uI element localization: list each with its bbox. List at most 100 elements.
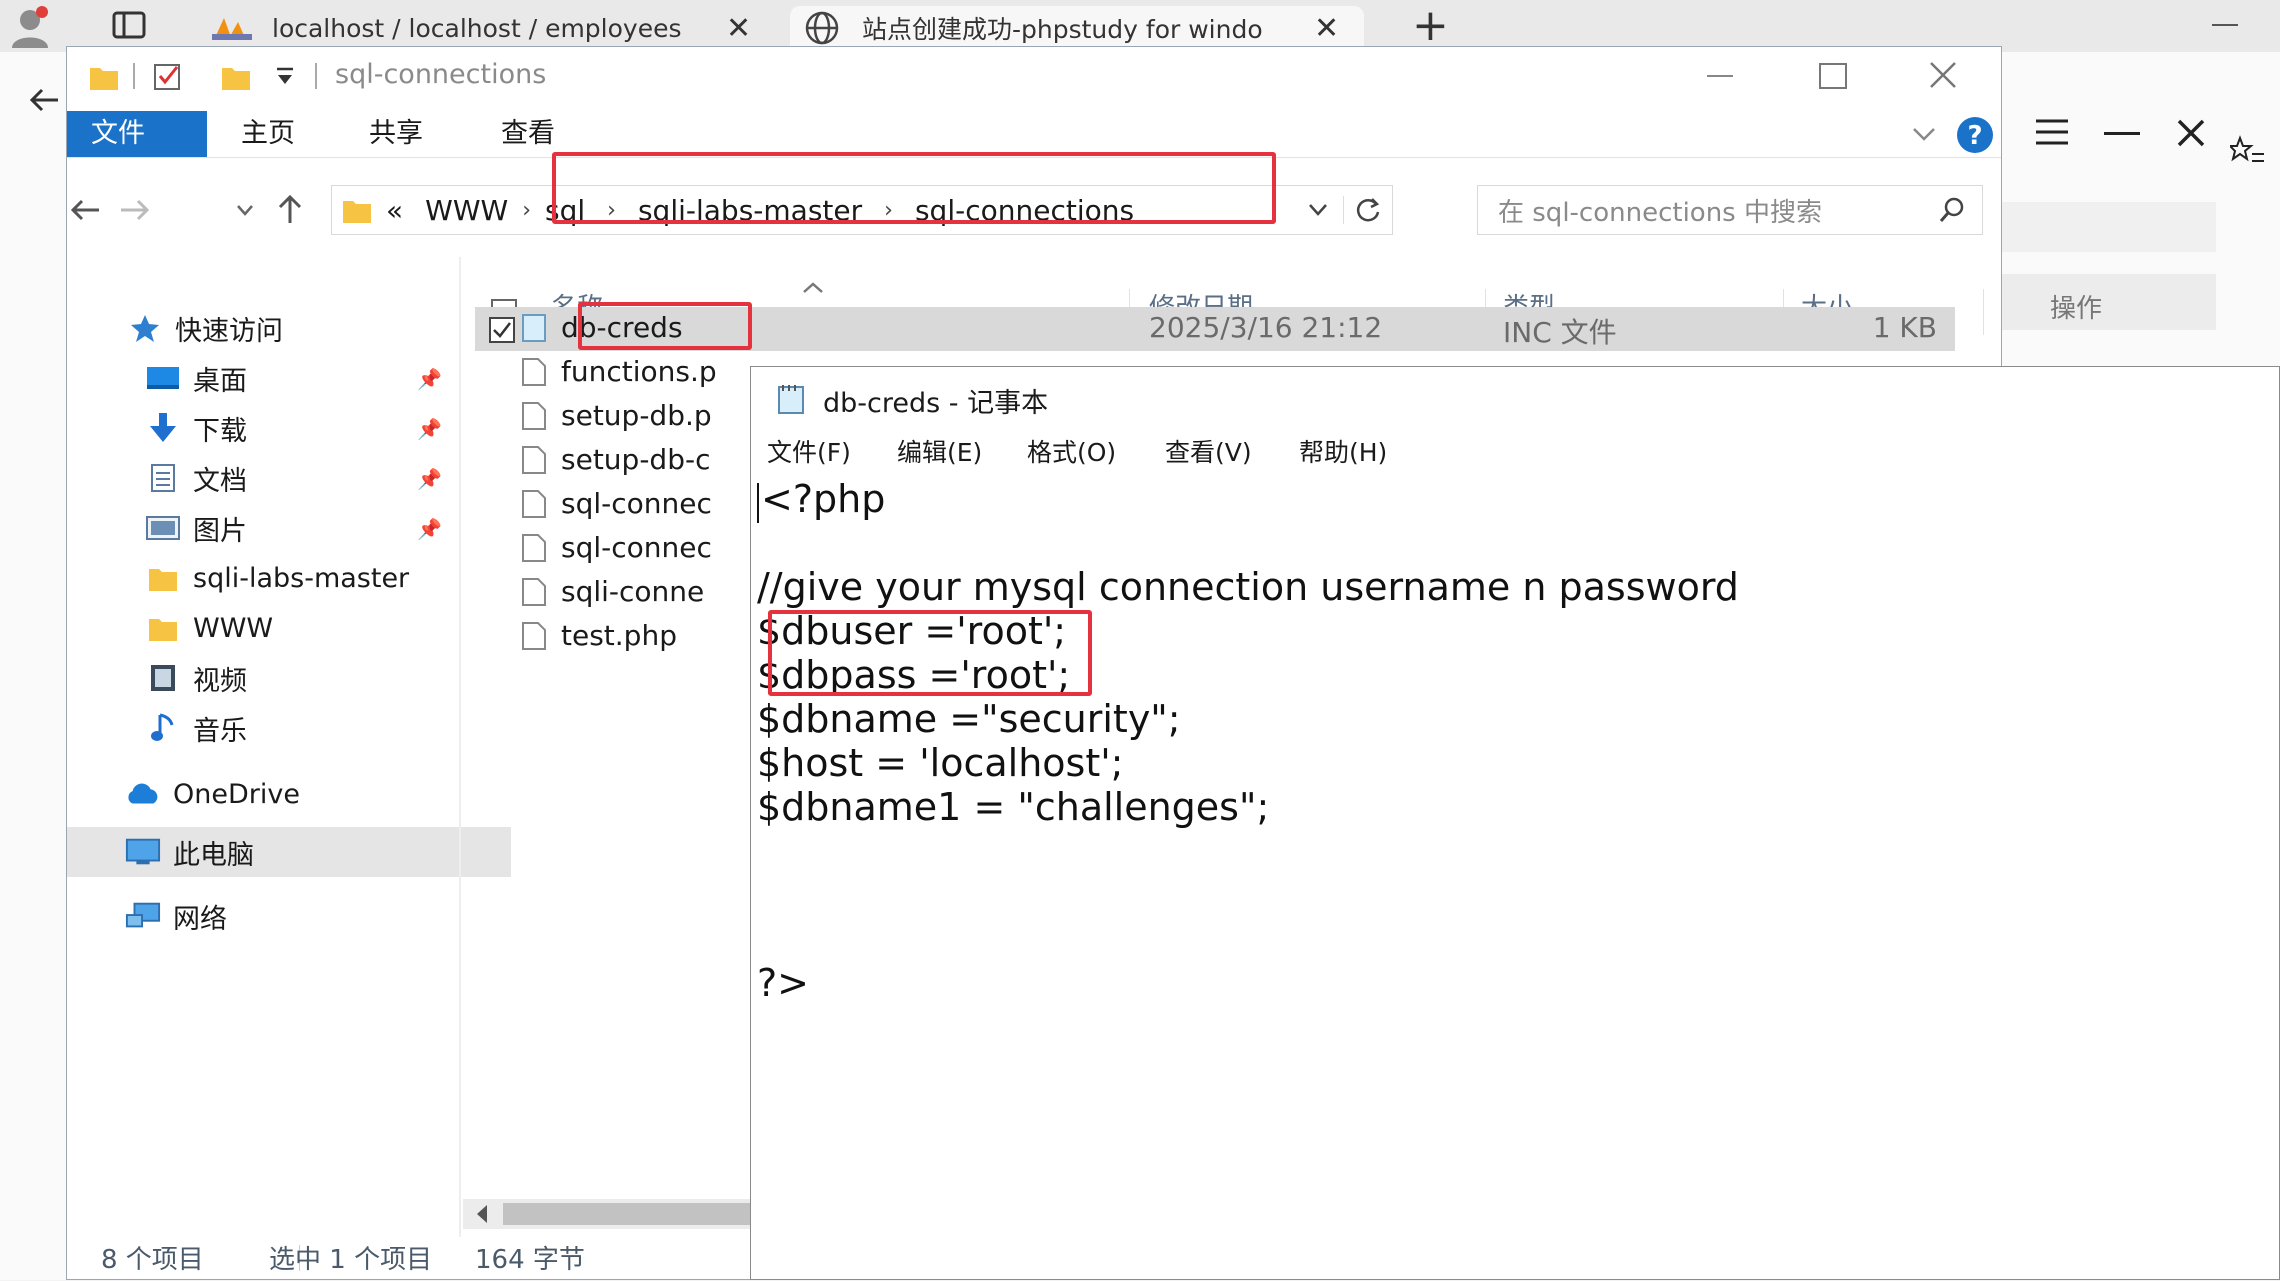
up-arrow-icon[interactable] [275,193,305,225]
horizontal-scrollbar[interactable] [463,1199,763,1229]
sort-arrow-icon [801,281,825,295]
folder-quick-icon[interactable] [89,63,119,91]
selection-size: 164 字节 [475,1245,585,1275]
menu-icon[interactable] [2034,118,2070,146]
scrollbar-thumb[interactable] [503,1203,763,1225]
notepad-file-icon [521,313,547,343]
code-line: ?> [757,961,810,1005]
ribbon-tab-view[interactable]: 查看 [481,111,575,157]
phpmyadmin-icon [210,14,256,42]
menu-help[interactable]: 帮助(H) [1299,433,1387,469]
svg-text:?: ? [1967,121,1982,151]
refresh-icon[interactable] [1343,196,1382,224]
file-icon [521,357,547,387]
browser-content-left [0,52,66,1280]
file-icon [521,577,547,607]
new-tab-button[interactable]: + [1412,0,1449,51]
search-icon[interactable] [1938,196,1966,224]
menu-view[interactable]: 查看(V) [1165,433,1252,469]
divider [315,63,317,89]
file-icon [521,621,547,651]
code-line: $dbname ="security"; [757,697,1181,741]
minimize-browser-icon[interactable] [2212,24,2238,26]
file-name: test.php [561,619,677,652]
profile-avatar[interactable] [8,4,52,48]
properties-check-icon[interactable] [153,61,183,91]
folder-icon [342,196,372,224]
code-line: $host = 'localhost'; [757,741,1124,785]
favorites-icon[interactable] [2230,134,2264,168]
address-highlight [552,152,1276,224]
file-date: 2025/3/16 21:12 [1149,311,1383,344]
notepad-title: db-creds - 记事本 [823,388,1049,419]
file-icon [521,489,547,519]
minimize-icon[interactable] [2104,132,2140,135]
close-window-button[interactable] [1929,61,1957,89]
divider [133,63,135,89]
file-name: sql-connec [561,531,712,564]
menu-format[interactable]: 格式(O) [1027,433,1116,469]
address-dropdown-icon[interactable] [1307,202,1329,218]
breadcrumb-separator-icon[interactable]: › [522,198,531,223]
file-name: sqli-conne [561,575,705,608]
explorer-title-bar: sql-connections [67,47,2001,107]
browser-tab-phpstudy[interactable]: 站点创建成功-phpstudy for windo ✕ [790,6,1364,50]
back-arrow-icon[interactable] [26,82,62,118]
customize-toolbar-icon[interactable] [275,65,295,89]
address-overflow[interactable]: « [386,194,403,227]
file-icon [521,401,547,431]
window-title: sql-connections [335,59,547,90]
column-divider [1983,289,1984,335]
item-count: 8 个项目 [101,1245,204,1275]
globe-icon [804,10,840,46]
close-tab-icon[interactable]: ✕ [1314,11,1339,46]
search-input[interactable]: 在 sql-connections 中搜索 [1498,192,1938,229]
close-tab-icon[interactable]: ✕ [726,11,751,46]
menu-file[interactable]: 文件(F) [767,433,851,469]
maximize-button[interactable] [1819,63,1847,89]
file-name: sql-connec [561,487,712,520]
code-line: <?php [761,477,886,521]
notepad-icon [775,381,809,415]
code-line: //give your mysql connection username n … [757,565,1739,609]
scroll-left-arrow-icon[interactable] [473,1203,491,1225]
help-icon[interactable]: ? [1955,115,1995,155]
file-name: functions.p [561,355,717,388]
ribbon: 文件 主页 共享 查看 ? [67,111,2001,158]
recent-locations-chevron-icon[interactable] [235,203,255,219]
breadcrumb-www[interactable]: WWW [425,194,508,227]
credentials-highlight [768,610,1092,696]
new-folder-icon[interactable] [221,63,251,91]
file-size: 1 KB [1872,311,1937,344]
browser-tab-phpmyadmin[interactable]: localhost / localhost / employees ✕ [210,6,770,50]
close-icon[interactable] [2176,118,2206,148]
file-icon [521,533,547,563]
sidebar-toggle-icon[interactable] [112,10,146,40]
file-name: setup-db.p [561,399,712,432]
file-name: setup-db-c [561,443,711,476]
code-line: $dbname1 = "challenges"; [757,785,1270,829]
text-cursor [757,483,759,523]
tab-title: localhost / localhost / employees [272,13,682,43]
row-checkbox[interactable] [489,317,515,343]
file-highlight [578,302,752,350]
search-box[interactable]: 在 sql-connections 中搜索 [1477,185,1983,235]
selection-count: 选中 1 个项目 [269,1245,433,1275]
forward-arrow-icon[interactable] [117,195,153,225]
ribbon-tab-file[interactable]: 文件 [67,111,207,157]
notepad-window: db-creds - 记事本 文件(F) 编辑(E) 格式(O) 查看(V) 帮… [750,366,2280,1280]
minimize-button[interactable] [1707,75,1733,77]
ribbon-tab-share[interactable]: 共享 [349,111,443,157]
ribbon-tab-home[interactable]: 主页 [221,111,315,157]
file-icon [521,445,547,475]
tab-title: 站点创建成功-phpstudy for windo [862,15,1263,44]
file-type: INC 文件 [1503,316,1617,349]
back-arrow-icon[interactable] [67,195,103,225]
expand-ribbon-chevron-icon[interactable] [1911,125,1937,143]
actions-label: 操作 [2050,294,2103,324]
text-editor[interactable]: <?php //give your mysql connection usern… [751,473,2279,1279]
menu-edit[interactable]: 编辑(E) [897,433,982,469]
browser-tab-strip: localhost / localhost / employees ✕ 站点创建… [0,0,2280,52]
side-panel-header [2000,274,2216,330]
side-panel-box [2000,202,2216,252]
